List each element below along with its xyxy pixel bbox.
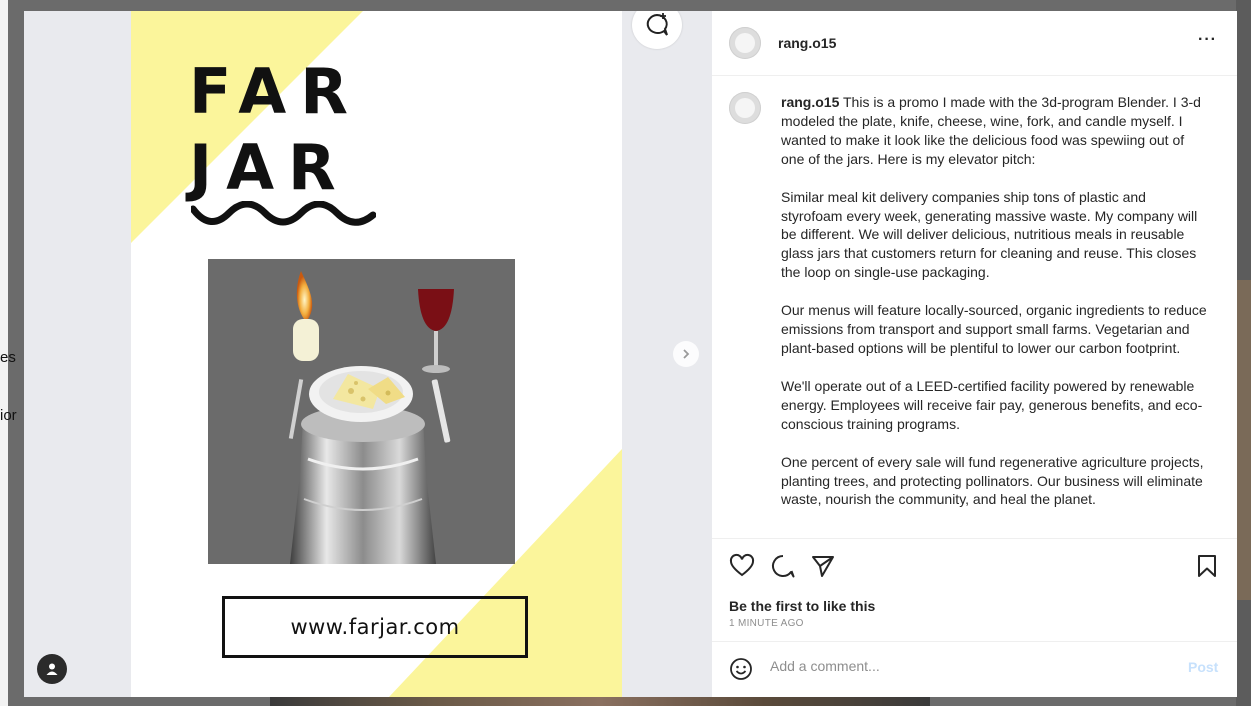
- account-icon: [46, 663, 58, 675]
- caption-paragraph: This is a promo I made with the 3d-progr…: [781, 94, 1201, 167]
- poster-brand-line1: FAR: [189, 55, 362, 128]
- chevron-right-icon: [683, 349, 690, 359]
- emoji-icon[interactable]: [729, 657, 753, 681]
- account-button[interactable]: [37, 654, 67, 684]
- next-image-button[interactable]: [673, 341, 699, 367]
- comment-input[interactable]: [770, 658, 1150, 674]
- background-text-fragment: ior: [0, 407, 17, 424]
- post-image[interactable]: FAR JAR www.farjar.com: [131, 11, 622, 697]
- more-options-button[interactable]: ···: [1198, 31, 1217, 49]
- comment-icon[interactable]: [770, 553, 796, 579]
- post-header: rang.o15 ···: [712, 11, 1237, 76]
- caption-area: rang.o15 This is a promo I made with the…: [712, 76, 1237, 538]
- render-image: [208, 259, 515, 564]
- poster-wave-underline: [191, 201, 376, 226]
- caption-username[interactable]: rang.o15: [781, 94, 839, 110]
- caption-paragraph: Similar meal kit delivery companies ship…: [781, 188, 1198, 281]
- caption-paragraph: We'll operate out of a LEED-certified fa…: [781, 377, 1203, 432]
- background-right-strip: [1236, 0, 1251, 706]
- post-modal: FAR JAR www.farjar.com rang.o15 ··· rang…: [24, 11, 1237, 697]
- add-comment-bubble-button[interactable]: [632, 11, 682, 49]
- post-comment-button[interactable]: Post: [1188, 659, 1218, 675]
- comment-composer: Post: [712, 641, 1237, 697]
- avatar[interactable]: [729, 27, 761, 59]
- bookmark-icon[interactable]: [1194, 553, 1220, 579]
- caption-text: rang.o15 This is a promo I made with the…: [781, 93, 1211, 528]
- post-timestamp: 1 MINUTE AGO: [729, 618, 804, 629]
- caption-paragraph: Our menus will feature locally-sourced, …: [781, 302, 1207, 356]
- caption-paragraph: One percent of every sale will fund rege…: [781, 453, 1204, 508]
- poster-url-box: www.farjar.com: [222, 596, 528, 658]
- header-username[interactable]: rang.o15: [778, 35, 836, 51]
- post-side-panel: rang.o15 ··· rang.o15 This is a promo I …: [712, 11, 1237, 697]
- send-icon[interactable]: [810, 553, 836, 579]
- add-comment-icon: [646, 13, 668, 36]
- post-actions: Be the first to like this 1 MINUTE AGO: [712, 538, 1237, 639]
- heart-icon[interactable]: [729, 553, 755, 579]
- likes-text[interactable]: Be the first to like this: [729, 598, 875, 614]
- media-area: FAR JAR www.farjar.com: [24, 11, 712, 697]
- background-text-fragment: es: [0, 349, 16, 366]
- caption-avatar[interactable]: [729, 92, 761, 124]
- poster-brand-line2: JAR: [189, 131, 350, 204]
- poster-url: www.farjar.com: [290, 615, 460, 639]
